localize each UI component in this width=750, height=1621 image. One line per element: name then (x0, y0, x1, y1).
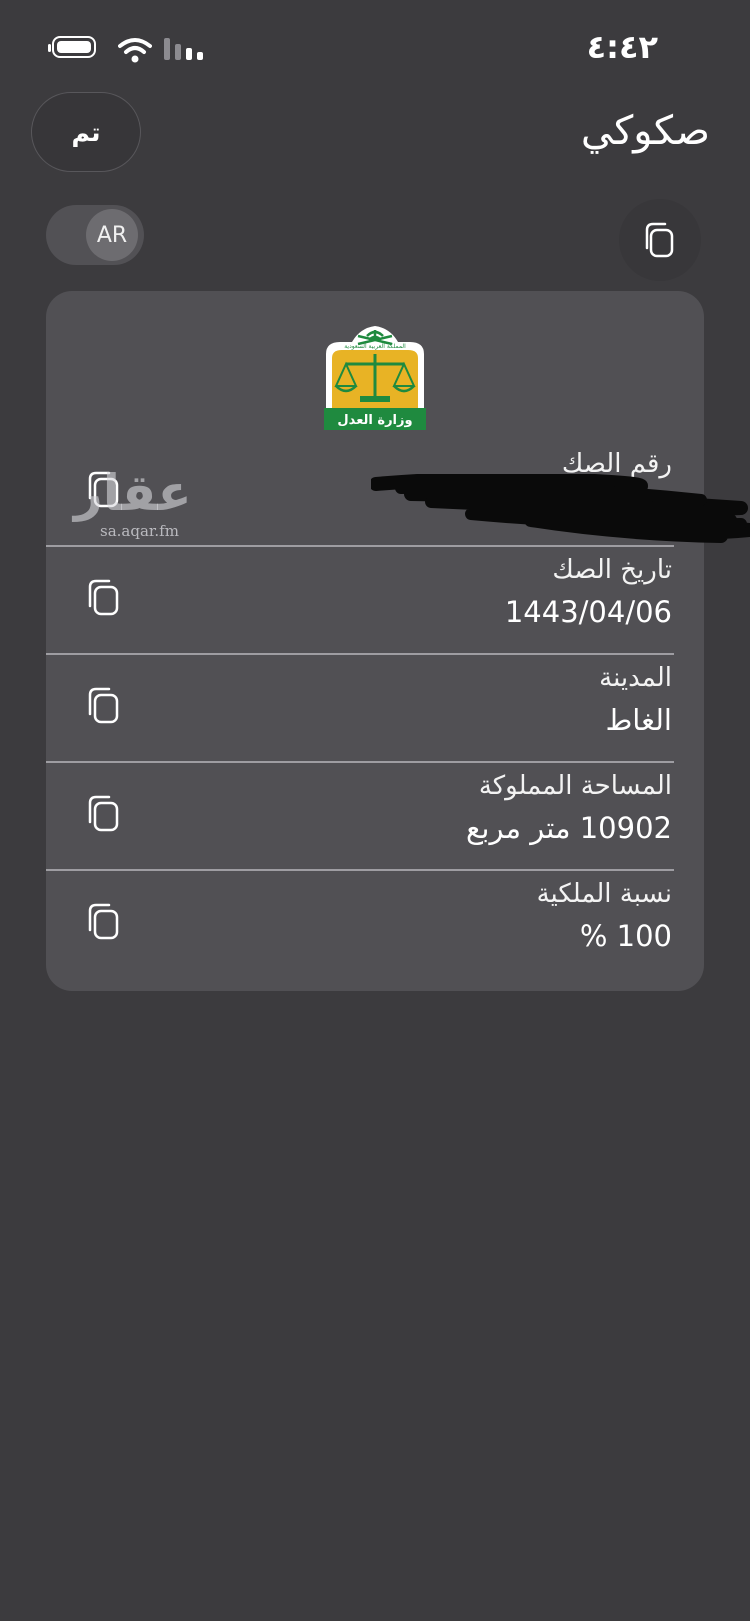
language-toggle-knob: AR (86, 209, 138, 261)
owned-area-row: المساحة المملوكة 10902 متر مربع (46, 763, 704, 870)
status-time: ٤:٤٢ (586, 28, 658, 66)
copy-icon[interactable] (86, 793, 122, 833)
signal-icon (164, 38, 203, 60)
battery-icon (48, 36, 96, 58)
ownership-ratio-row: نسبة الملكية 100 % (46, 871, 704, 978)
watermark-text: عقار (74, 464, 192, 522)
page-title: صكوكي (580, 108, 710, 154)
copy-icon[interactable] (86, 685, 122, 725)
owned-area-label: المساحة المملوكة (478, 771, 672, 801)
copy-icon[interactable] (86, 577, 122, 617)
ownership-ratio-label: نسبة الملكية (536, 879, 672, 909)
watermark-url: sa.aqar.fm (100, 522, 179, 540)
owned-area-value: 10902 متر مربع (465, 811, 672, 845)
city-value: الغاط (605, 703, 672, 737)
copy-icon (645, 222, 674, 258)
city-row: المدينة الغاط (46, 655, 704, 762)
city-label: المدينة (599, 663, 672, 693)
done-button[interactable]: تم (31, 92, 141, 172)
emblem-bottom-text: وزارة العدل (337, 413, 412, 428)
emblem-top-text: المملكة العربية السعودية (344, 343, 406, 350)
ownership-ratio-value: 100 % (579, 919, 672, 953)
copy-icon[interactable] (86, 901, 122, 941)
deed-date-label: تاريخ الصك (552, 555, 672, 585)
copy-all-button[interactable] (619, 199, 701, 281)
redaction-scribble (371, 474, 750, 543)
wifi-icon (118, 38, 152, 63)
deed-date-row: تاريخ الصك 1443/04/06 (46, 547, 704, 654)
scales-emblem-icon: المملكة العربية السعودية وزارة العدل (324, 326, 426, 430)
language-toggle[interactable]: AR (46, 205, 144, 265)
deed-date-value: 1443/04/06 (504, 595, 672, 629)
